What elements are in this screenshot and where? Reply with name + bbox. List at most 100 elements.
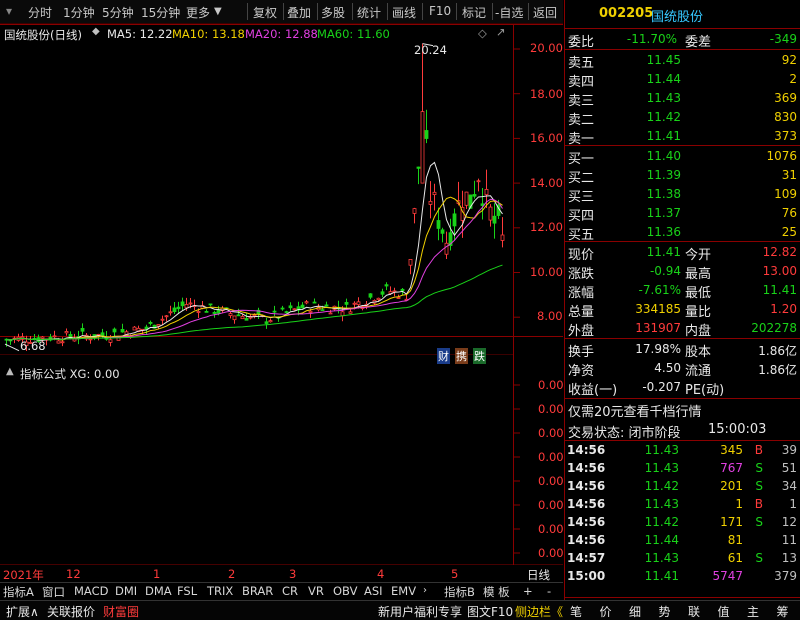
candle-body [60, 341, 65, 344]
toolbar-1min[interactable]: 1分钟 [63, 4, 95, 21]
indicator-y-tick: 0.00 [538, 546, 564, 560]
tab-trix[interactable]: TRIX [207, 584, 233, 598]
wealth-circle-button[interactable]: 财富圈 [103, 603, 139, 620]
toolbar-overlay[interactable]: 叠加 [287, 4, 311, 21]
kline-chart-svg[interactable] [0, 24, 563, 565]
tick-volume: 81 [727, 533, 743, 547]
tab-template[interactable]: 模 板 [483, 584, 510, 600]
related-quotes-button[interactable]: 关联报价 [47, 603, 95, 620]
quote-tab[interactable]: 主 [747, 603, 759, 620]
tab-window[interactable]: 窗口 [42, 584, 65, 600]
tab-emv[interactable]: EMV [391, 584, 416, 598]
expand-icon[interactable]: ↗ [496, 25, 506, 39]
tab-brar[interactable]: BRAR [242, 584, 273, 598]
quote-tab[interactable]: 势 [659, 603, 671, 620]
tab-macd[interactable]: MACD [74, 584, 108, 598]
zoom-in-button[interactable]: + [523, 584, 533, 598]
tick-price: 11.43 [644, 497, 679, 511]
tab-indicator-a[interactable]: 指标A [3, 584, 34, 600]
candle-body [240, 316, 245, 320]
chevron-right-icon[interactable]: › [423, 585, 427, 596]
tab-vr[interactable]: VR [308, 584, 324, 598]
chart-toolbar: ▾ 分时 1分钟 5分钟 15分钟 更多 ▼ 复权 叠加 多股 统计 画线 F1… [0, 0, 563, 24]
toolbar-back[interactable]: 返回 [533, 4, 557, 21]
toolbar-multi[interactable]: 多股 [321, 4, 345, 21]
stat-value: 1.86亿 [758, 344, 797, 358]
tab-obv[interactable]: OBV [333, 584, 357, 598]
toolbar-15min[interactable]: 15分钟 [141, 4, 180, 21]
stat-value: -0.207 [642, 380, 681, 394]
candle-body [436, 220, 441, 229]
tab-indicator-b[interactable]: 指标B [444, 584, 475, 600]
candle-body [272, 310, 277, 313]
tick-volume: 5747 [712, 569, 743, 583]
promo-link[interactable]: 仅需20元查看千档行情 [568, 401, 702, 420]
finance-badge[interactable]: 财 [437, 348, 450, 364]
menu-icon[interactable]: ▾ [6, 4, 12, 18]
quote-panel: 002205 国统股份 委比 -11.70% 委差 -349 卖五 11.45 92… [564, 0, 800, 600]
stat-label: 涨跌 [568, 267, 595, 282]
info-badge[interactable]: 携 [455, 348, 468, 364]
kline-chart-area[interactable]: 国统股份(日线) ◆ MA5: 12.22 MA10: 13.18 MA20: … [0, 24, 564, 565]
tab-dmi[interactable]: DMI [115, 584, 137, 598]
ask-label: 卖四 [568, 75, 595, 90]
stat-label: 涨幅 [568, 286, 595, 301]
toolbar-stats[interactable]: 统计 [357, 4, 381, 21]
toolbar-fuquan[interactable]: 复权 [253, 4, 277, 21]
bid-price: 11.40 [646, 149, 681, 163]
y-tick: 14.00 [530, 176, 563, 190]
candle-body [112, 328, 117, 333]
fall-badge[interactable]: 跌 [473, 348, 486, 364]
sidebar-toggle[interactable]: 侧边栏《 [515, 603, 563, 620]
chevron-down-icon[interactable]: ▼ [214, 6, 222, 17]
toolbar-more[interactable]: 更多 [186, 4, 210, 21]
toolbar-f10[interactable]: F10 [429, 4, 451, 18]
quote-tab[interactable]: 细 [629, 603, 641, 620]
new-user-benefit-link[interactable]: 新用户福利专享 [378, 603, 462, 620]
candle-body [444, 242, 449, 255]
candle-body [352, 302, 357, 305]
ask-price: 11.44 [646, 72, 681, 86]
candle-body [412, 208, 417, 214]
tab-asi[interactable]: ASI [364, 584, 383, 598]
quote-tab[interactable]: 筹 [777, 603, 789, 620]
candle-body [308, 310, 313, 313]
bid-label: 买一 [568, 152, 595, 167]
f10-button[interactable]: 图文F10 [467, 603, 513, 620]
tab-fsl[interactable]: FSL [177, 584, 197, 598]
toolbar-draw[interactable]: 画线 [392, 4, 416, 21]
toolbar-5min[interactable]: 5分钟 [102, 4, 134, 21]
candle-body [472, 194, 477, 197]
quote-tab[interactable]: 值 [718, 603, 730, 620]
candle-body [216, 309, 221, 314]
candle-body [380, 291, 385, 295]
tick-count: 39 [781, 443, 797, 457]
quote-tab[interactable]: 联 [688, 603, 700, 620]
indicator-y-tick: 0.00 [538, 378, 564, 392]
tab-cr[interactable]: CR [282, 584, 298, 598]
expand-button[interactable]: 扩展∧ [6, 603, 39, 620]
toolbar-mark[interactable]: 标记 [462, 4, 486, 21]
tick-time: 14:56 [567, 479, 606, 493]
diamond-icon[interactable]: ◇ [478, 26, 487, 40]
candle-body [172, 307, 177, 313]
y-tick: 10.00 [530, 265, 563, 279]
trade-status: 交易状态: 闭市阶段 [568, 426, 681, 441]
stat-label: 最低 [685, 286, 712, 301]
tab-dma[interactable]: DMA [145, 584, 172, 598]
collapse-icon[interactable]: ▲ [6, 366, 14, 377]
ask-volume: 2 [789, 72, 797, 86]
tick-side: S [755, 479, 763, 493]
toolbar-remove-watchlist[interactable]: -自选 [495, 4, 523, 21]
zoom-out-button[interactable]: - [547, 584, 551, 598]
candle-body [252, 314, 257, 317]
candle-body [440, 229, 445, 234]
candle-body [236, 314, 241, 317]
tick-price: 11.43 [644, 461, 679, 475]
toolbar-intraday[interactable]: 分时 [28, 4, 52, 21]
candle-body [188, 302, 193, 305]
quote-tab[interactable]: 价 [600, 603, 612, 620]
quote-tab[interactable]: 笔 [570, 603, 582, 620]
settings-icon[interactable]: ◆ [92, 26, 100, 37]
period-label[interactable]: 日线 [527, 567, 550, 583]
